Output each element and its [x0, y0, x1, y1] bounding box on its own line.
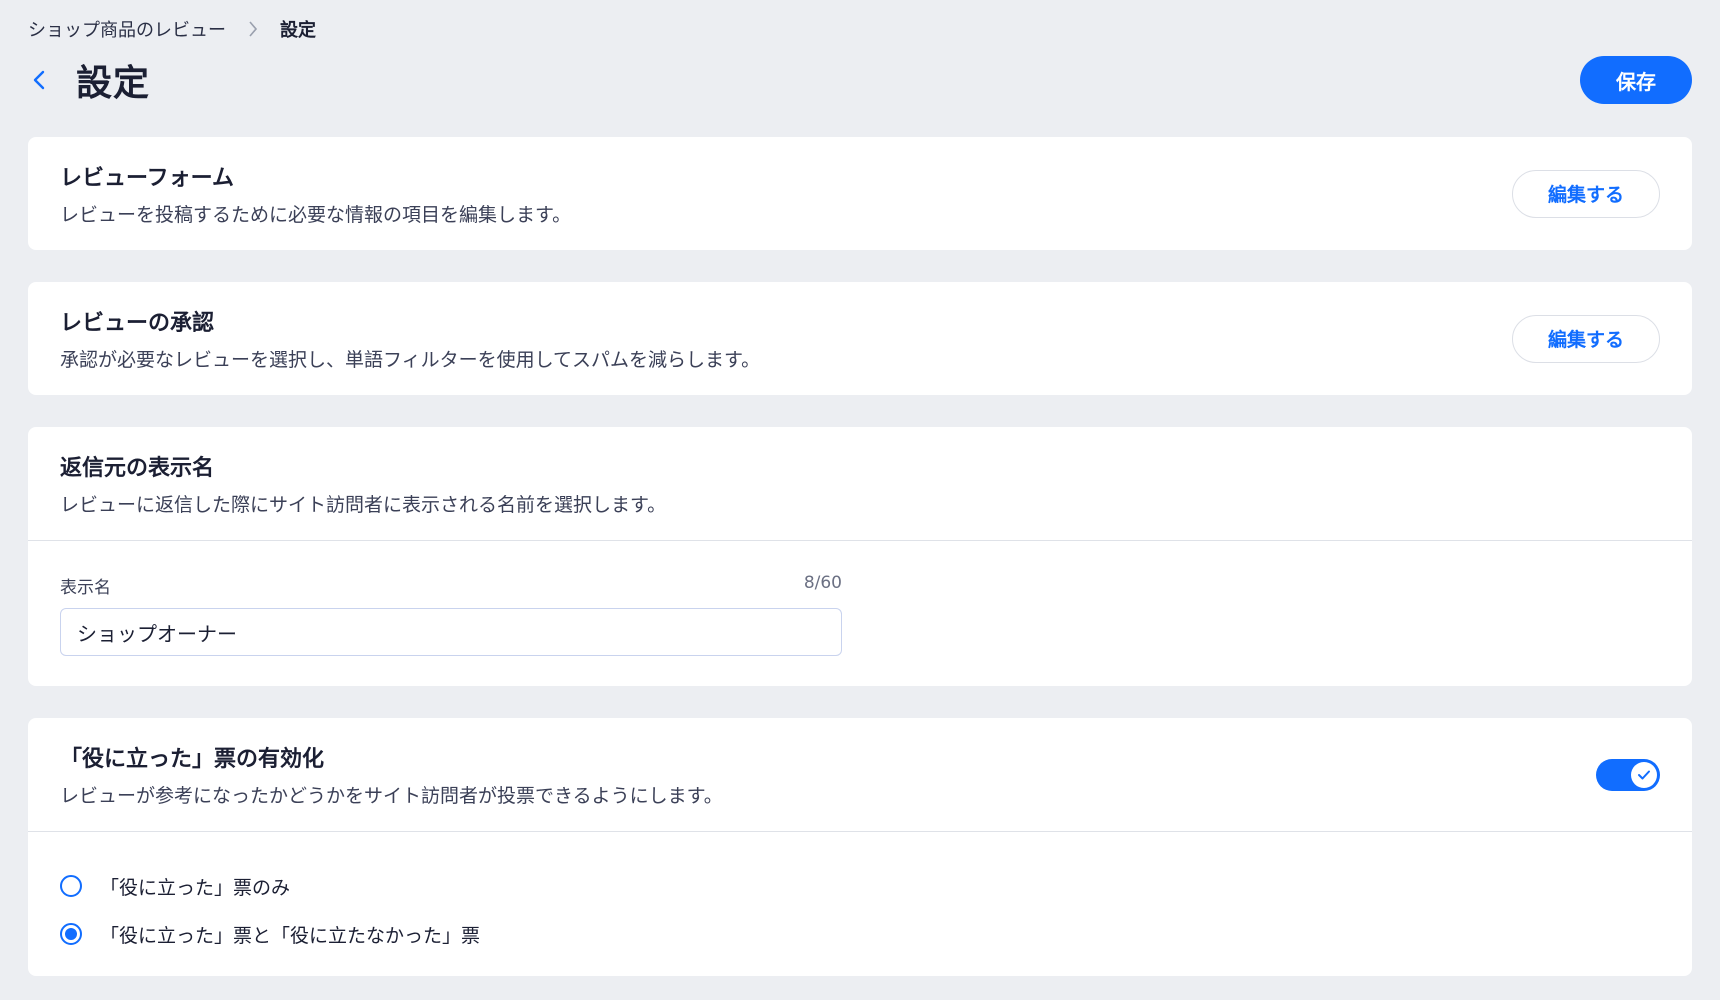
save-button[interactable]: 保存: [1580, 56, 1692, 104]
display-name-label: 表示名: [60, 578, 111, 598]
reply-name-card: 返信元の表示名 レビューに返信した際にサイト訪問者に表示される名前を選択します。…: [28, 427, 1692, 686]
helpful-votes-description: レビューが参考になったかどうかをサイト訪問者が投票できるようにします。: [60, 785, 723, 807]
review-form-card: レビューフォーム レビューを投稿するために必要な情報の項目を編集します。 編集す…: [28, 137, 1692, 250]
settings-page: ショップ商品のレビュー 設定 設定 保存 レビューフォーム レビューを投稿するた…: [0, 0, 1720, 1000]
vote-type-radio-group: 「役に立った」票のみ 「役に立った」票と「役に立たなかった」票: [28, 832, 1692, 958]
radio-option-helpful-only[interactable]: 「役に立った」票のみ: [60, 862, 1660, 910]
breadcrumb-current: 設定: [280, 20, 316, 41]
breadcrumb-parent-link[interactable]: ショップ商品のレビュー: [28, 16, 226, 42]
display-name-input[interactable]: [60, 608, 842, 656]
page-header: 設定 保存: [28, 56, 1692, 104]
review-form-title: レビューフォーム: [60, 166, 235, 191]
reply-name-title: 返信元の表示名: [60, 456, 215, 481]
radio-label: 「役に立った」票と「役に立たなかった」票: [100, 924, 481, 947]
page-title: 設定: [76, 63, 151, 104]
breadcrumb: ショップ商品のレビュー 設定: [28, 16, 316, 42]
character-count: 8/60: [803, 573, 842, 593]
review-approval-description: 承認が必要なレビューを選択し、単語フィルターを使用してスパムを減らします。: [60, 349, 761, 371]
review-approval-edit-button[interactable]: 編集する: [1512, 314, 1660, 363]
review-approval-card: レビューの承認 承認が必要なレビューを選択し、単語フィルターを使用してスパムを減…: [28, 282, 1692, 395]
chevron-right-icon: [248, 20, 258, 38]
back-arrow-icon[interactable]: [28, 65, 50, 95]
radio-button[interactable]: [60, 923, 82, 945]
radio-button[interactable]: [60, 875, 82, 897]
radio-option-helpful-and-not-helpful[interactable]: 「役に立った」票と「役に立たなかった」票: [60, 910, 1660, 958]
helpful-votes-toggle[interactable]: [1596, 758, 1660, 791]
checkmark-icon: [1631, 761, 1657, 788]
helpful-votes-title: 「役に立った」票の有効化: [60, 747, 325, 772]
review-form-description: レビューを投稿するために必要な情報の項目を編集します。: [60, 204, 572, 226]
radio-selected-dot: [65, 928, 77, 940]
review-form-edit-button[interactable]: 編集する: [1512, 169, 1660, 218]
display-name-field: 表示名 8/60: [28, 541, 874, 656]
reply-name-description: レビューに返信した際にサイト訪問者に表示される名前を選択します。: [60, 494, 667, 516]
review-approval-title: レビューの承認: [60, 311, 215, 336]
helpful-votes-card: 「役に立った」票の有効化 レビューが参考になったかどうかをサイト訪問者が投票でき…: [28, 718, 1692, 976]
radio-label: 「役に立った」票のみ: [100, 876, 291, 899]
